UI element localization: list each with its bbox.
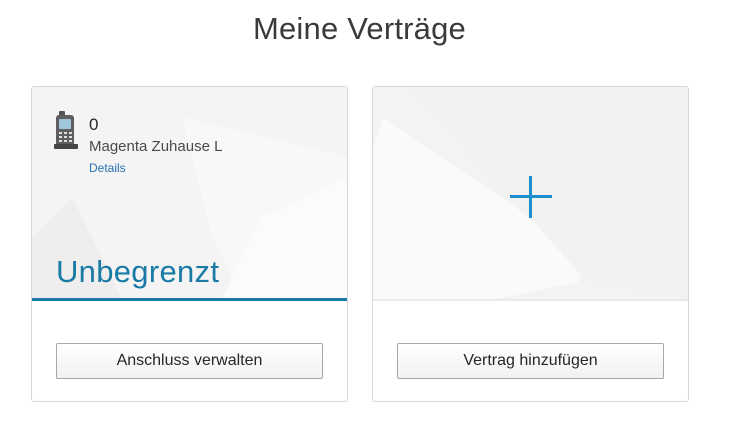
status-label: Unbegrenzt xyxy=(56,254,220,289)
plus-icon[interactable] xyxy=(510,176,552,218)
add-contract-header[interactable] xyxy=(373,87,688,300)
add-contract-button[interactable]: Vertrag hinzufügen xyxy=(397,343,664,379)
contract-card: 0 Magenta Zuhause L Details Unbegrenzt A… xyxy=(31,86,348,402)
contract-number: 0 xyxy=(89,115,99,134)
details-link[interactable]: Details xyxy=(89,161,126,175)
manage-connection-button[interactable]: Anschluss verwalten xyxy=(56,343,323,379)
divider xyxy=(373,299,688,301)
tariff-name: Magenta Zuhause L xyxy=(89,138,223,155)
accent-divider xyxy=(32,298,347,301)
landline-phone-icon xyxy=(54,111,78,149)
contract-card-header: 0 Magenta Zuhause L Details Unbegrenzt xyxy=(32,87,347,299)
add-contract-card[interactable]: Vertrag hinzufügen xyxy=(372,86,689,402)
page-title: Meine Verträge xyxy=(252,11,467,46)
